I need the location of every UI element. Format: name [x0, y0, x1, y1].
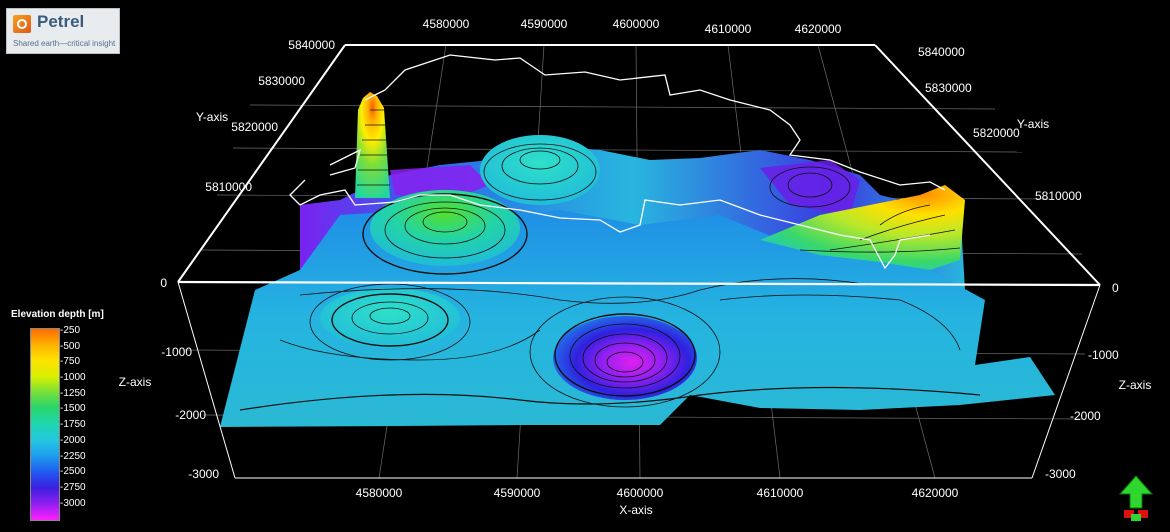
z-right-tick-label: -2000: [1070, 409, 1101, 423]
x-bottom-tick-label: 4610000: [757, 486, 804, 500]
legend-tick-label: -1000: [60, 372, 86, 384]
dome-front-left: [320, 288, 460, 348]
legend-tick-label: -2000: [60, 434, 86, 446]
y-gridline: [232, 147, 1023, 153]
legend-tick-label: -750: [60, 356, 81, 368]
z-left-tick-label: -3000: [188, 467, 219, 481]
legend-tick-label: -2250: [60, 450, 86, 462]
x-top-tick-label: 4600000: [613, 17, 660, 31]
z-right-tick-label: 0: [1112, 281, 1119, 295]
x-top-tick-label: 4580000: [423, 17, 470, 31]
legend-tick-label: -1250: [60, 387, 86, 399]
legend-tick-label: -500: [60, 340, 81, 352]
y-left-tick-label: 5830000: [258, 74, 305, 88]
x-top-tick-label: 4590000: [521, 17, 568, 31]
y-right-tick-label: 5810000: [1035, 189, 1082, 203]
basin-purple: [553, 316, 697, 400]
color-scale-bar: [30, 328, 60, 521]
x-bottom-tick-label: 4590000: [494, 486, 541, 500]
legend-tick-label: -250: [60, 325, 81, 336]
y-axis-title-right: Y-axis: [1017, 117, 1049, 131]
dome-center: [480, 135, 600, 205]
x-top-tick-label: 4620000: [795, 22, 842, 36]
y-left-tick-label: 5820000: [231, 120, 278, 134]
y-right-tick-label: 5820000: [973, 126, 1020, 140]
legend-title: Elevation depth [m]: [11, 309, 104, 320]
z-right-tick-label: -1000: [1088, 348, 1119, 362]
dome-left-green: [370, 190, 520, 266]
x-bottom-tick-label: 4580000: [356, 486, 403, 500]
legend-tick-label: -2500: [60, 466, 86, 478]
y-left-tick-label: 5840000: [288, 38, 335, 52]
z-left-tick-label: -1000: [161, 345, 192, 359]
z-left-tick-label: -2000: [175, 408, 206, 422]
elevation-surface: [220, 92, 1055, 427]
x-bottom-tick-label: 4600000: [617, 486, 664, 500]
z-axis-title-left: Z-axis: [119, 375, 152, 389]
legend-tick-label: -1750: [60, 419, 86, 431]
x-bottom-tick-label: 4620000: [912, 486, 959, 500]
z-left-tick-label: 0: [160, 276, 167, 290]
x-top-tick-label: 4610000: [705, 22, 752, 36]
x-axis-title: X-axis: [619, 503, 652, 517]
peak-left: [355, 92, 390, 198]
y-right-tick-label: 5830000: [925, 81, 972, 95]
navigation-arrow-icon[interactable]: [1118, 474, 1154, 522]
y-left-tick-label: 5810000: [205, 180, 252, 194]
legend-tick-label: -1500: [60, 403, 86, 415]
z-axis-title-right: Z-axis: [1119, 378, 1152, 392]
y-axis-title-left: Y-axis: [196, 110, 228, 124]
z-right-tick-label: -3000: [1045, 467, 1076, 481]
legend-tick-label: -3000: [60, 497, 86, 509]
y-right-tick-label: 5840000: [918, 45, 965, 59]
legend-tick-label: -2750: [60, 481, 86, 493]
surface-3d-view[interactable]: 4580000 4590000 4600000 4610000 4620000 45800…: [0, 0, 1170, 532]
